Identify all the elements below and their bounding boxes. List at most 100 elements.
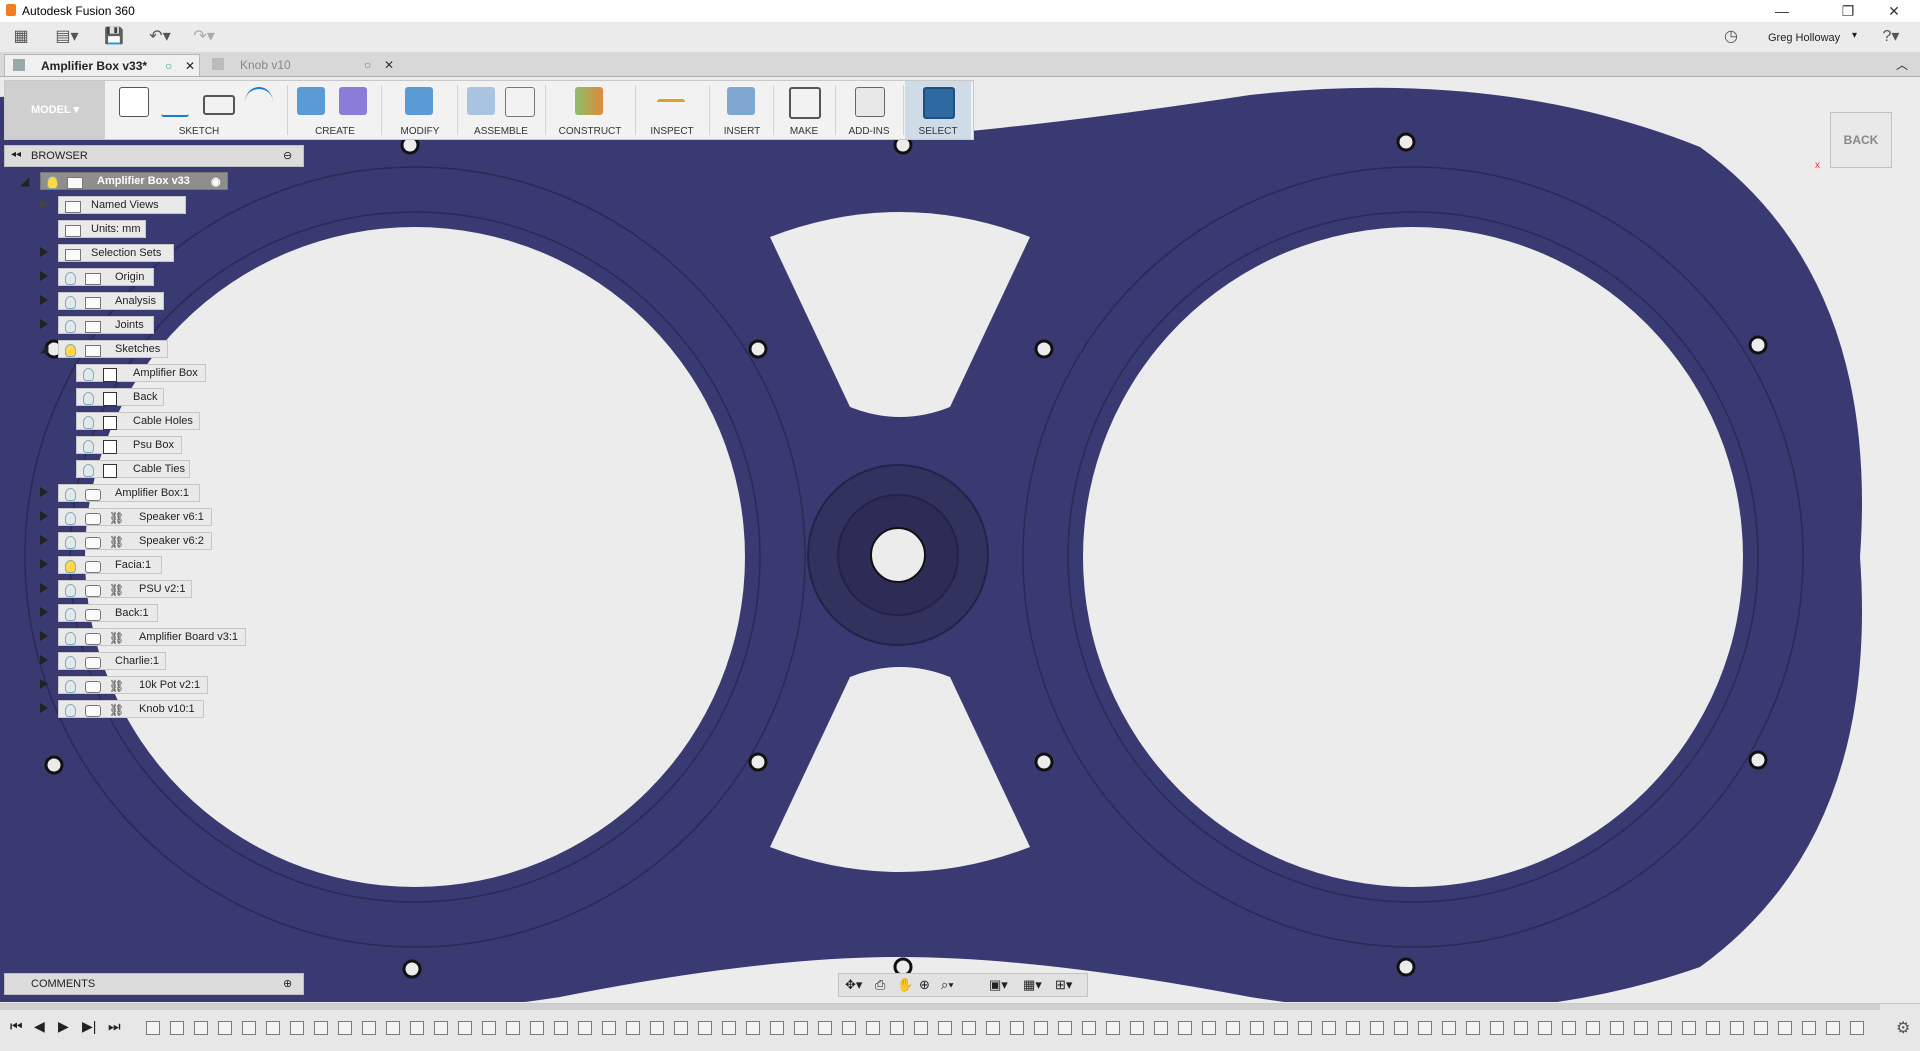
visibility-bulb-icon[interactable] bbox=[83, 368, 94, 381]
visibility-bulb-icon[interactable] bbox=[65, 560, 76, 573]
timeline-feature-icon[interactable] bbox=[866, 1021, 880, 1035]
timeline-feature-icon[interactable] bbox=[1322, 1021, 1336, 1035]
expand-icon[interactable] bbox=[40, 679, 48, 689]
timeline-feature-icon[interactable] bbox=[674, 1021, 688, 1035]
expand-icon[interactable] bbox=[40, 631, 48, 641]
viewcube[interactable]: BACK bbox=[1830, 112, 1892, 168]
expand-icon[interactable] bbox=[40, 295, 48, 305]
timeline-feature-icon[interactable] bbox=[338, 1021, 352, 1035]
timeline-feature-icon[interactable] bbox=[554, 1021, 568, 1035]
viewports-icon[interactable]: ⊞▾ bbox=[1055, 977, 1072, 993]
timeline-feature-icon[interactable] bbox=[890, 1021, 904, 1035]
app-grid-icon[interactable]: ▦ bbox=[10, 26, 32, 48]
select-icon[interactable] bbox=[923, 87, 955, 119]
visibility-bulb-icon[interactable] bbox=[83, 440, 94, 453]
timeline-feature-icon[interactable] bbox=[218, 1021, 232, 1035]
timeline-feature-icon[interactable] bbox=[1106, 1021, 1120, 1035]
timeline-feature-icon[interactable] bbox=[1130, 1021, 1144, 1035]
form-icon[interactable] bbox=[339, 87, 367, 115]
step-back-icon[interactable]: ◀ bbox=[34, 1018, 45, 1035]
group-insert[interactable]: INSERT bbox=[711, 81, 773, 139]
fit-icon[interactable]: ⌕▾ bbox=[941, 977, 954, 993]
timeline-feature-icon[interactable] bbox=[914, 1021, 928, 1035]
group-create[interactable]: CREATE bbox=[289, 81, 381, 139]
undo-icon[interactable]: ↶▾ bbox=[144, 26, 176, 48]
help-icon[interactable]: ?▾ bbox=[1876, 26, 1906, 48]
timeline-feature-icon[interactable] bbox=[1778, 1021, 1792, 1035]
extrude-icon[interactable] bbox=[297, 87, 325, 115]
visibility-bulb-icon[interactable] bbox=[65, 680, 76, 693]
timeline-feature-icon[interactable] bbox=[1490, 1021, 1504, 1035]
timeline-feature-icon[interactable] bbox=[1010, 1021, 1024, 1035]
create-sketch-icon[interactable] bbox=[119, 87, 149, 117]
zoom-icon[interactable]: ⊕ bbox=[919, 977, 930, 993]
pin-icon[interactable]: ⊖ bbox=[283, 149, 292, 162]
tree-node-component[interactable]: ⛓ PSU v2:1 bbox=[58, 580, 192, 598]
timeline-feature-icon[interactable] bbox=[746, 1021, 760, 1035]
visibility-bulb-icon[interactable] bbox=[65, 320, 76, 333]
timeline-feature-icon[interactable] bbox=[1058, 1021, 1072, 1035]
visibility-bulb-icon[interactable] bbox=[65, 488, 76, 501]
timeline-feature-icon[interactable] bbox=[242, 1021, 256, 1035]
close-window-button[interactable]: ✕ bbox=[1874, 0, 1914, 22]
timeline-feature-icon[interactable] bbox=[1586, 1021, 1600, 1035]
tree-node-component[interactable]: ⛓ 10k Pot v2:1 bbox=[58, 676, 208, 694]
visibility-bulb-icon[interactable] bbox=[83, 464, 94, 477]
timeline-feature-icon[interactable] bbox=[1202, 1021, 1216, 1035]
visibility-bulb-icon[interactable] bbox=[65, 512, 76, 525]
expand-icon[interactable] bbox=[40, 199, 48, 209]
tree-node-component[interactable]: ⛓ Speaker v6:1 bbox=[58, 508, 212, 526]
grid-settings-icon[interactable]: ▦▾ bbox=[1023, 977, 1042, 993]
timeline-feature-icon[interactable] bbox=[818, 1021, 832, 1035]
collapse-panel-icon[interactable]: ◂◂ bbox=[11, 149, 21, 160]
timeline-feature-icon[interactable] bbox=[1154, 1021, 1168, 1035]
expand-icon[interactable] bbox=[40, 271, 48, 281]
user-name[interactable]: Greg Holloway bbox=[1768, 32, 1840, 44]
activate-icon[interactable]: ◉ bbox=[211, 174, 221, 190]
timeline-feature-icon[interactable] bbox=[1370, 1021, 1384, 1035]
visibility-bulb-icon[interactable] bbox=[65, 608, 76, 621]
timeline-feature-icon[interactable] bbox=[650, 1021, 664, 1035]
close-tab-icon[interactable]: ✕ bbox=[185, 55, 195, 77]
timeline-feature-icon[interactable] bbox=[602, 1021, 616, 1035]
pan-icon[interactable]: ✋ bbox=[897, 977, 913, 993]
look-at-icon[interactable]: ⎙ bbox=[875, 977, 885, 993]
tree-node-sketches[interactable]: Sketches bbox=[58, 340, 168, 358]
tree-node-component[interactable]: Charlie:1 bbox=[58, 652, 166, 670]
tree-node-named-views[interactable]: Named Views bbox=[58, 196, 186, 214]
add-comment-icon[interactable]: ⊕ bbox=[283, 977, 292, 990]
group-construct[interactable]: CONSTRUCT bbox=[547, 81, 633, 139]
visibility-bulb-icon[interactable] bbox=[65, 584, 76, 597]
expand-icon[interactable] bbox=[40, 559, 48, 569]
timeline-feature-icon[interactable] bbox=[170, 1021, 184, 1035]
play-icon[interactable]: ▶ bbox=[58, 1018, 69, 1035]
timeline-feature-icon[interactable] bbox=[458, 1021, 472, 1035]
restore-button[interactable]: ❐ bbox=[1828, 0, 1868, 22]
timeline-feature-icon[interactable] bbox=[1418, 1021, 1432, 1035]
visibility-bulb-icon[interactable] bbox=[65, 632, 76, 645]
tree-node-component[interactable]: Amplifier Box:1 bbox=[58, 484, 200, 502]
timeline-feature-icon[interactable] bbox=[1250, 1021, 1264, 1035]
browser-panel-header[interactable]: ◂◂ BROWSER ⊖ bbox=[4, 145, 304, 167]
expand-icon[interactable] bbox=[40, 247, 48, 257]
tree-node-component[interactable]: ⛓ Speaker v6:2 bbox=[58, 532, 212, 550]
measure-icon[interactable] bbox=[657, 99, 685, 108]
timeline-feature-icon[interactable] bbox=[146, 1021, 160, 1035]
expand-icon[interactable] bbox=[40, 511, 48, 521]
tab-knob[interactable]: Knob v10 ○ ✕ bbox=[204, 54, 400, 76]
timeline-feature-icon[interactable] bbox=[1706, 1021, 1720, 1035]
visibility-bulb-icon[interactable] bbox=[65, 296, 76, 309]
press-pull-icon[interactable] bbox=[405, 87, 433, 115]
timeline-feature-icon[interactable] bbox=[1298, 1021, 1312, 1035]
tree-node-component[interactable]: Facia:1 bbox=[58, 556, 162, 574]
line-icon[interactable] bbox=[161, 87, 189, 117]
collapse-icon[interactable]: ◢ bbox=[40, 342, 48, 355]
save-icon[interactable]: 💾 bbox=[102, 26, 126, 48]
timeline-feature-icon[interactable] bbox=[506, 1021, 520, 1035]
visibility-bulb-icon[interactable] bbox=[83, 392, 94, 405]
timeline-feature-icon[interactable] bbox=[482, 1021, 496, 1035]
timeline-feature-icon[interactable] bbox=[194, 1021, 208, 1035]
timeline-feature-icon[interactable] bbox=[962, 1021, 976, 1035]
group-assemble[interactable]: ASSEMBLE bbox=[459, 81, 543, 139]
timeline-feature-icon[interactable] bbox=[938, 1021, 952, 1035]
